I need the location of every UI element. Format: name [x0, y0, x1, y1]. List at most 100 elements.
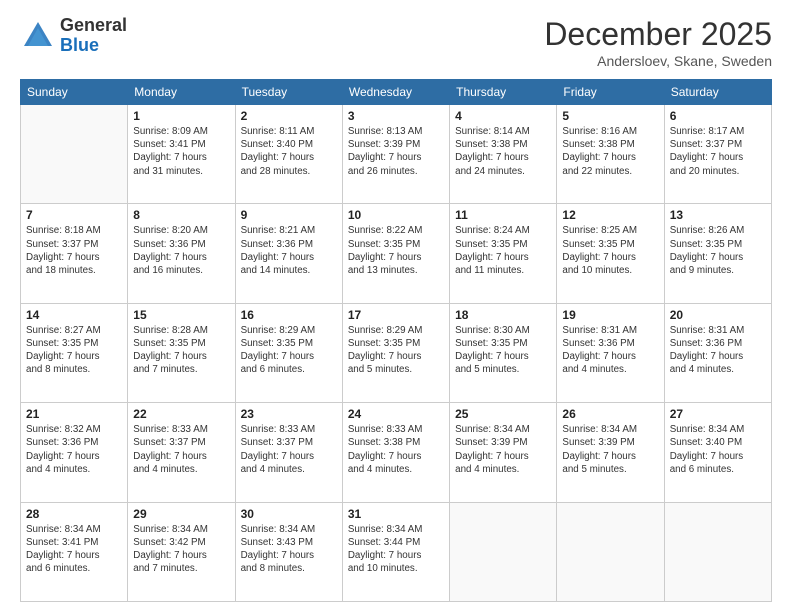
day-header-wednesday: Wednesday [342, 80, 449, 105]
day-number: 27 [670, 407, 766, 421]
day-number: 19 [562, 308, 658, 322]
day-info: Sunrise: 8:29 AM Sunset: 3:35 PM Dayligh… [348, 324, 444, 377]
day-cell [21, 105, 128, 204]
day-cell: 9 Sunrise: 8:21 AM Sunset: 3:36 PM Daylig… [235, 204, 342, 303]
day-info: Sunrise: 8:24 AM Sunset: 3:35 PM Dayligh… [455, 224, 551, 277]
day-info: Sunrise: 8:33 AM Sunset: 3:38 PM Dayligh… [348, 423, 444, 476]
day-info: Sunrise: 8:21 AM Sunset: 3:36 PM Dayligh… [241, 224, 337, 277]
day-info: Sunrise: 8:31 AM Sunset: 3:36 PM Dayligh… [670, 324, 766, 377]
day-number: 5 [562, 109, 658, 123]
day-info: Sunrise: 8:26 AM Sunset: 3:35 PM Dayligh… [670, 224, 766, 277]
day-cell: 13 Sunrise: 8:26 AM Sunset: 3:35 PM Dayli… [664, 204, 771, 303]
day-cell: 18 Sunrise: 8:30 AM Sunset: 3:35 PM Dayli… [450, 303, 557, 402]
day-header-thursday: Thursday [450, 80, 557, 105]
day-cell: 28Sunrise: 8:34 AM Sunset: 3:41 PM Dayli… [21, 502, 128, 601]
day-number: 23 [241, 407, 337, 421]
day-cell [664, 502, 771, 601]
day-cell: 22Sunrise: 8:33 AM Sunset: 3:37 PM Dayli… [128, 403, 235, 502]
day-number: 7 [26, 208, 122, 222]
day-info: Sunrise: 8:18 AM Sunset: 3:37 PM Dayligh… [26, 224, 122, 277]
day-info: Sunrise: 8:29 AM Sunset: 3:35 PM Dayligh… [241, 324, 337, 377]
week-row-5: 28Sunrise: 8:34 AM Sunset: 3:41 PM Dayli… [21, 502, 772, 601]
day-header-saturday: Saturday [664, 80, 771, 105]
week-row-3: 14 Sunrise: 8:27 AM Sunset: 3:35 PM Dayli… [21, 303, 772, 402]
day-cell: 12 Sunrise: 8:25 AM Sunset: 3:35 PM Dayli… [557, 204, 664, 303]
main-container: General Blue December 2025 Andersloev, S… [0, 0, 792, 612]
day-header-monday: Monday [128, 80, 235, 105]
day-info: Sunrise: 8:31 AM Sunset: 3:36 PM Dayligh… [562, 324, 658, 377]
day-cell: 23 Sunrise: 8:33 AM Sunset: 3:37 PM Dayli… [235, 403, 342, 502]
logo-icon [20, 18, 56, 54]
day-info: Sunrise: 8:25 AM Sunset: 3:35 PM Dayligh… [562, 224, 658, 277]
logo: General Blue [20, 16, 127, 56]
day-cell: 4 Sunrise: 8:14 AM Sunset: 3:38 PM Daylig… [450, 105, 557, 204]
day-number: 22 [133, 407, 229, 421]
day-number: 9 [241, 208, 337, 222]
day-header-friday: Friday [557, 80, 664, 105]
day-info: Sunrise: 8:34 AM Sunset: 3:40 PM Dayligh… [670, 423, 766, 476]
day-cell: 10 Sunrise: 8:22 AM Sunset: 3:35 PM Dayli… [342, 204, 449, 303]
day-number: 16 [241, 308, 337, 322]
day-cell [557, 502, 664, 601]
day-info: Sunrise: 8:14 AM Sunset: 3:38 PM Dayligh… [455, 125, 551, 178]
calendar-table: SundayMondayTuesdayWednesdayThursdayFrid… [20, 79, 772, 602]
day-info: Sunrise: 8:20 AM Sunset: 3:36 PM Dayligh… [133, 224, 229, 277]
day-number: 26 [562, 407, 658, 421]
week-row-1: 1 Sunrise: 8:09 AM Sunset: 3:41 PM Daylig… [21, 105, 772, 204]
day-cell: 2Sunrise: 8:11 AM Sunset: 3:40 PM Daylig… [235, 105, 342, 204]
day-number: 1 [133, 109, 229, 123]
title-block: December 2025 Andersloev, Skane, Sweden [544, 16, 772, 69]
day-info: Sunrise: 8:30 AM Sunset: 3:35 PM Dayligh… [455, 324, 551, 377]
location: Andersloev, Skane, Sweden [544, 53, 772, 69]
week-row-2: 7 Sunrise: 8:18 AM Sunset: 3:37 PM Daylig… [21, 204, 772, 303]
day-number: 21 [26, 407, 122, 421]
day-info: Sunrise: 8:34 AM Sunset: 3:39 PM Dayligh… [562, 423, 658, 476]
day-cell: 8 Sunrise: 8:20 AM Sunset: 3:36 PM Daylig… [128, 204, 235, 303]
day-info: Sunrise: 8:32 AM Sunset: 3:36 PM Dayligh… [26, 423, 122, 476]
day-header-tuesday: Tuesday [235, 80, 342, 105]
day-info: Sunrise: 8:34 AM Sunset: 3:41 PM Dayligh… [26, 523, 122, 576]
day-cell: 19 Sunrise: 8:31 AM Sunset: 3:36 PM Dayli… [557, 303, 664, 402]
day-cell [450, 502, 557, 601]
day-cell: 27 Sunrise: 8:34 AM Sunset: 3:40 PM Dayli… [664, 403, 771, 502]
day-cell: 30Sunrise: 8:34 AM Sunset: 3:43 PM Dayli… [235, 502, 342, 601]
logo-general: General [60, 16, 127, 36]
day-cell: 3Sunrise: 8:13 AM Sunset: 3:39 PM Daylig… [342, 105, 449, 204]
day-cell: 20 Sunrise: 8:31 AM Sunset: 3:36 PM Dayli… [664, 303, 771, 402]
week-row-4: 21 Sunrise: 8:32 AM Sunset: 3:36 PM Dayli… [21, 403, 772, 502]
day-cell: 31 Sunrise: 8:34 AM Sunset: 3:44 PM Dayli… [342, 502, 449, 601]
day-info: Sunrise: 8:17 AM Sunset: 3:37 PM Dayligh… [670, 125, 766, 178]
day-info: Sunrise: 8:27 AM Sunset: 3:35 PM Dayligh… [26, 324, 122, 377]
day-number: 15 [133, 308, 229, 322]
day-cell: 21 Sunrise: 8:32 AM Sunset: 3:36 PM Dayli… [21, 403, 128, 502]
day-number: 12 [562, 208, 658, 222]
day-number: 31 [348, 507, 444, 521]
day-cell: 25Sunrise: 8:34 AM Sunset: 3:39 PM Dayli… [450, 403, 557, 502]
day-number: 25 [455, 407, 551, 421]
day-cell: 17 Sunrise: 8:29 AM Sunset: 3:35 PM Dayli… [342, 303, 449, 402]
day-cell: 24 Sunrise: 8:33 AM Sunset: 3:38 PM Dayli… [342, 403, 449, 502]
day-number: 13 [670, 208, 766, 222]
day-cell: 11Sunrise: 8:24 AM Sunset: 3:35 PM Dayli… [450, 204, 557, 303]
month-title: December 2025 [544, 16, 772, 53]
day-number: 17 [348, 308, 444, 322]
day-cell: 29Sunrise: 8:34 AM Sunset: 3:42 PM Dayli… [128, 502, 235, 601]
day-cell: 14 Sunrise: 8:27 AM Sunset: 3:35 PM Dayli… [21, 303, 128, 402]
day-number: 14 [26, 308, 122, 322]
day-number: 8 [133, 208, 229, 222]
day-number: 6 [670, 109, 766, 123]
day-info: Sunrise: 8:34 AM Sunset: 3:44 PM Dayligh… [348, 523, 444, 576]
logo-blue: Blue [60, 36, 127, 56]
day-info: Sunrise: 8:11 AM Sunset: 3:40 PM Dayligh… [241, 125, 337, 178]
day-number: 4 [455, 109, 551, 123]
day-number: 10 [348, 208, 444, 222]
day-number: 18 [455, 308, 551, 322]
day-info: Sunrise: 8:34 AM Sunset: 3:43 PM Dayligh… [241, 523, 337, 576]
day-info: Sunrise: 8:33 AM Sunset: 3:37 PM Dayligh… [241, 423, 337, 476]
day-number: 24 [348, 407, 444, 421]
day-cell: 6 Sunrise: 8:17 AM Sunset: 3:37 PM Daylig… [664, 105, 771, 204]
day-cell: 15Sunrise: 8:28 AM Sunset: 3:35 PM Dayli… [128, 303, 235, 402]
day-info: Sunrise: 8:22 AM Sunset: 3:35 PM Dayligh… [348, 224, 444, 277]
day-number: 20 [670, 308, 766, 322]
day-info: Sunrise: 8:09 AM Sunset: 3:41 PM Dayligh… [133, 125, 229, 178]
